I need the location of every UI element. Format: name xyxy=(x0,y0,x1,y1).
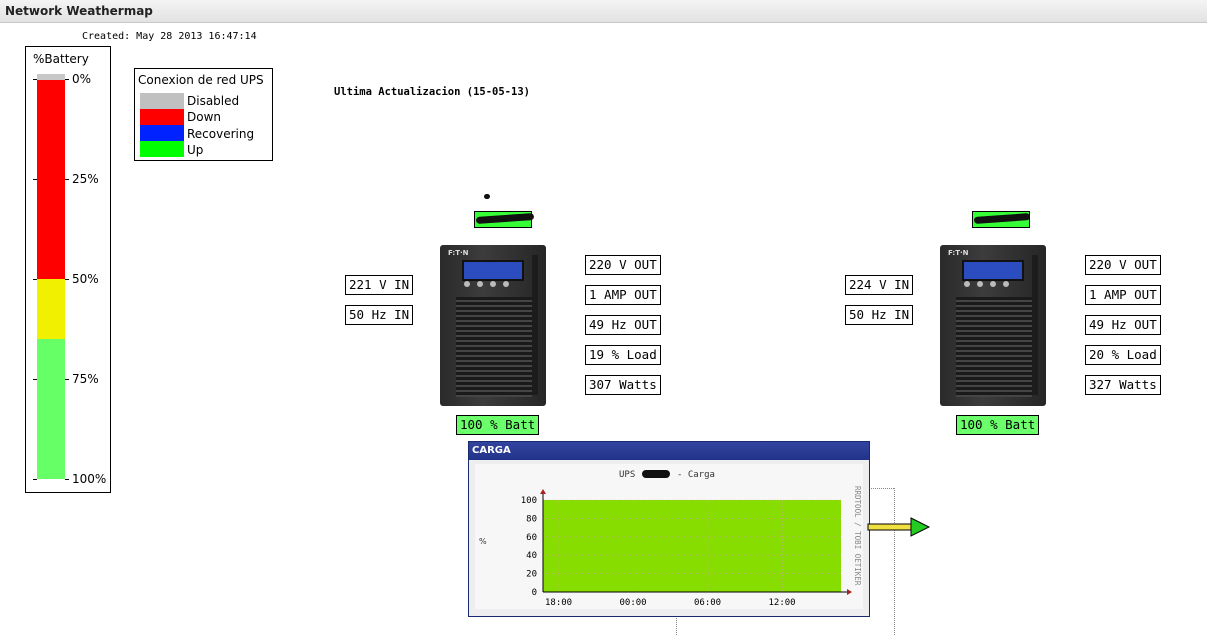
ups-button xyxy=(477,281,483,287)
ups2-output-current[interactable]: 1 AMP OUT xyxy=(1085,285,1161,305)
chart-title-suffix: - Carga xyxy=(677,470,715,480)
ups2-output-frequency[interactable]: 49 Hz OUT xyxy=(1085,315,1161,335)
ups-grille xyxy=(956,297,1032,397)
recovering-swatch xyxy=(140,125,184,141)
y-axis-arrow xyxy=(540,489,546,494)
ups2-battery[interactable]: 100 % Batt xyxy=(956,415,1040,435)
ups-button xyxy=(1003,281,1009,287)
y-tick-label: 100 xyxy=(521,496,537,506)
battery-tick xyxy=(65,279,69,280)
link-arrow-head xyxy=(910,517,931,537)
disabled-swatch xyxy=(140,93,184,109)
created-timestamp: Created: May 28 2013 16:47:14 xyxy=(82,31,257,42)
graph-popup[interactable]: CARGA UPS - Carga RRDTOOL / TOBI OETIKER… xyxy=(468,441,870,617)
ups-button xyxy=(503,281,509,287)
ups2-input-voltage[interactable]: 224 V IN xyxy=(845,275,914,295)
ups-button xyxy=(964,281,970,287)
ups2-input-frequency[interactable]: 50 Hz IN xyxy=(845,305,914,325)
y-tick-label: 20 xyxy=(526,570,537,580)
redaction-scribble xyxy=(483,193,491,200)
title-bar: Network Weathermap xyxy=(0,0,1207,23)
load-area xyxy=(543,500,841,592)
ups-brand-logo: F:T·N xyxy=(448,249,469,257)
battery-tick xyxy=(33,179,37,180)
up-label: Up xyxy=(187,143,204,157)
battery-tick xyxy=(65,379,69,380)
chart-y-label: % xyxy=(479,537,487,546)
ups-grille xyxy=(456,297,532,397)
ups2-watts[interactable]: 327 Watts xyxy=(1085,375,1161,395)
down-swatch xyxy=(140,109,184,125)
down-label: Down xyxy=(187,110,222,124)
battery-tick-label: 25% xyxy=(72,172,99,186)
x-tick-label: 00:00 xyxy=(620,598,647,608)
ups2-output-voltage[interactable]: 220 V OUT xyxy=(1085,255,1161,275)
connector-line xyxy=(894,488,895,635)
battery-tick-label: 50% xyxy=(72,272,99,286)
ups-lcd-display xyxy=(962,260,1024,281)
ups1-output-voltage[interactable]: 220 V OUT xyxy=(585,255,661,275)
connector-line xyxy=(868,488,894,489)
battery-tick xyxy=(33,79,37,80)
x-axis-arrow xyxy=(847,589,852,595)
redaction-scribble xyxy=(642,470,670,478)
recovering-label: Recovering xyxy=(187,127,255,141)
battery-tick-label: 0% xyxy=(72,72,92,86)
link-arrow-shaft xyxy=(867,523,915,531)
battery-tick xyxy=(33,479,37,480)
battery-tick xyxy=(65,179,69,180)
ups1-device-image[interactable]: F:T·N xyxy=(440,245,546,406)
graph-popup-header: CARGA xyxy=(469,442,869,460)
up-swatch xyxy=(140,141,184,157)
battery-tick-label: 100% xyxy=(72,472,107,486)
ups-button xyxy=(990,281,996,287)
connector-line xyxy=(676,615,677,635)
ups-brand-logo: F:T·N xyxy=(948,249,969,257)
ups-lcd-display xyxy=(462,260,524,281)
window-title: Network Weathermap xyxy=(5,4,153,18)
battery-tick-label: 75% xyxy=(72,372,99,386)
battery-scale-yellow-segment xyxy=(37,279,65,339)
link-arrow[interactable] xyxy=(866,516,936,542)
x-tick-label: 18:00 xyxy=(545,598,572,608)
battery-tick xyxy=(33,379,37,380)
last-update-label: Ultima Actualizacion (15-05-13) xyxy=(334,86,530,98)
ups2-load[interactable]: 20 % Load xyxy=(1085,345,1161,365)
load-chart: UPS - Carga RRDTOOL / TOBI OETIKER % 100… xyxy=(479,470,862,608)
y-tick-label: 60 xyxy=(526,533,537,543)
ups1-output-current[interactable]: 1 AMP OUT xyxy=(585,285,661,305)
y-tick-label: 40 xyxy=(526,551,537,561)
x-tick-label: 12:00 xyxy=(769,598,796,608)
ups2-device-image[interactable]: F:T·N xyxy=(940,245,1046,406)
ups-button xyxy=(464,281,470,287)
battery-scale-green-segment xyxy=(37,339,65,479)
ups1-watts[interactable]: 307 Watts xyxy=(585,375,661,395)
ups-button xyxy=(977,281,983,287)
y-tick-label: 0 xyxy=(532,588,537,598)
ups1-load[interactable]: 19 % Load xyxy=(585,345,661,365)
rrdtool-credit: RRDTOOL / TOBI OETIKER xyxy=(853,486,862,586)
chart-title-prefix: UPS xyxy=(619,470,635,480)
ups1-input-frequency[interactable]: 50 Hz IN xyxy=(345,305,414,325)
battery-legend-title: %Battery xyxy=(33,52,89,66)
status-legend-title: Conexion de red UPS xyxy=(138,73,264,87)
ups1-battery[interactable]: 100 % Batt xyxy=(456,415,540,435)
ups1-output-frequency[interactable]: 49 Hz OUT xyxy=(585,315,661,335)
battery-tick xyxy=(65,79,69,80)
x-tick-label: 06:00 xyxy=(694,598,721,608)
ups1-input-voltage[interactable]: 221 V IN xyxy=(345,275,414,295)
y-tick-label: 80 xyxy=(526,514,537,524)
battery-tick xyxy=(33,279,37,280)
graph-image: UPS - Carga RRDTOOL / TOBI OETIKER % 100… xyxy=(475,464,863,609)
ups-side xyxy=(1032,255,1038,395)
disabled-label: Disabled xyxy=(187,94,240,108)
ups-button xyxy=(490,281,496,287)
battery-tick xyxy=(65,479,69,480)
ups-side xyxy=(532,255,538,395)
battery-scale-red-segment xyxy=(37,80,65,279)
graph-popup-title: CARGA xyxy=(472,445,511,456)
